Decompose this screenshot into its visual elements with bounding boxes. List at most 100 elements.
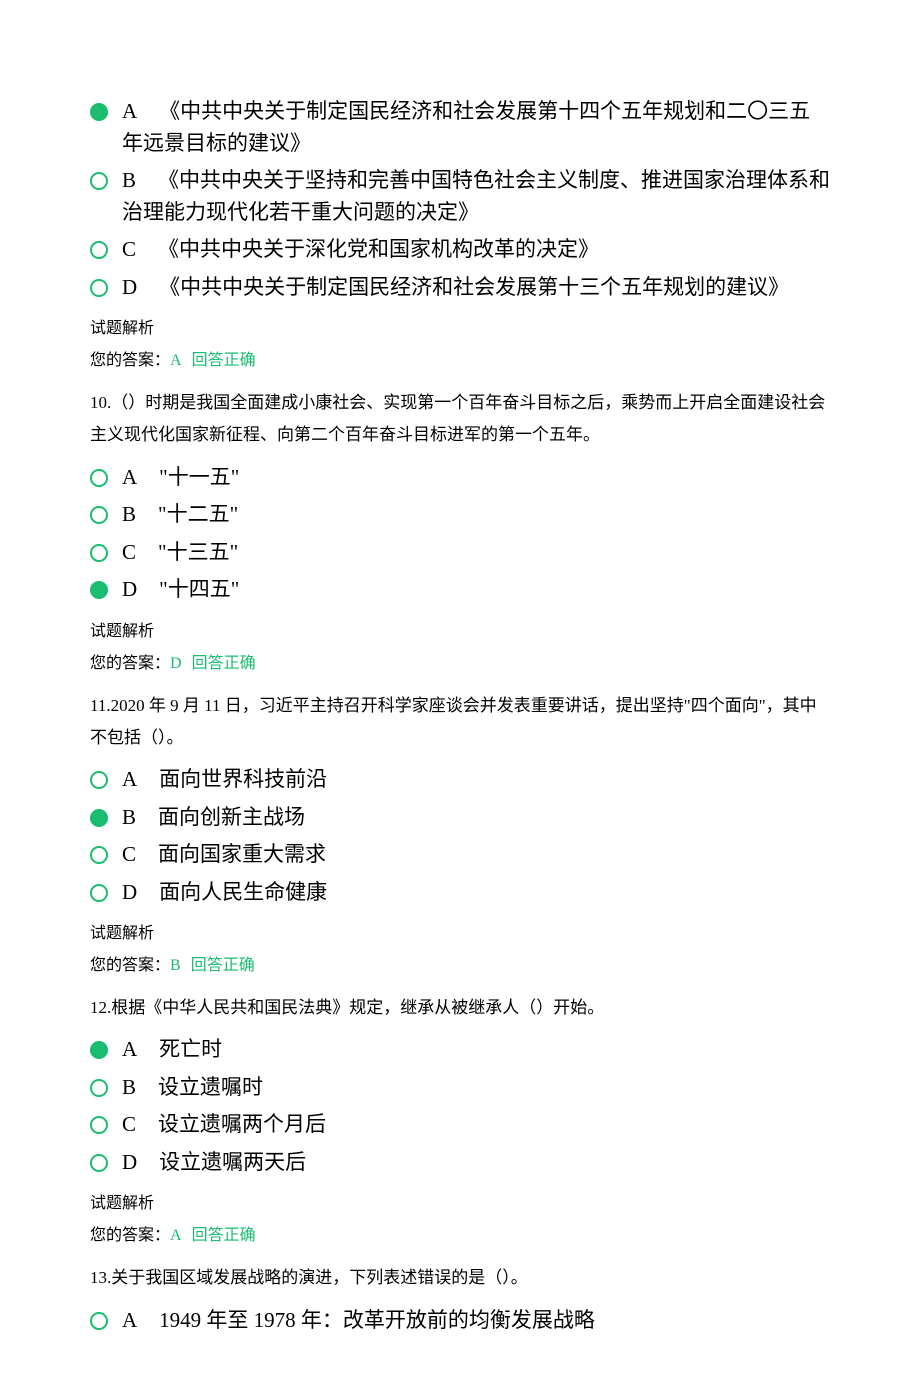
- option-letter: A: [122, 1308, 137, 1332]
- option-letter: D: [122, 1150, 137, 1174]
- option-content: C 面向国家重大需求: [122, 839, 830, 871]
- option-content: D"十四五": [122, 574, 830, 606]
- radio-icon: [90, 1116, 108, 1134]
- q9-option-a[interactable]: A《中共中央关于制定国民经济和社会发展第十四个五年规划和二〇三五年远景目标的建议…: [90, 96, 830, 159]
- your-answer-prefix: 您的答案：: [90, 957, 170, 974]
- analysis-label: 试题解析: [90, 922, 830, 946]
- option-letter: B: [122, 502, 136, 526]
- option-content: B《中共中央关于坚持和完善中国特色社会主义制度、推进国家治理体系和治理能力现代化…: [122, 165, 830, 228]
- q10-option-c[interactable]: C"十三五": [90, 537, 830, 569]
- option-text: 死亡时: [159, 1037, 222, 1061]
- option-text: 《中共中央关于深化党和国家机构改革的决定》: [158, 237, 599, 261]
- option-text: 面向人民生命健康: [159, 880, 327, 904]
- option-letter: A: [122, 767, 137, 791]
- q13-option-a[interactable]: A 1949 年至 1978 年：改革开放前的均衡发展战略: [90, 1305, 830, 1337]
- your-answer: 您的答案：A回答正确: [90, 1224, 830, 1248]
- radio-icon: [90, 241, 108, 259]
- answer-result: 回答正确: [192, 352, 256, 369]
- option-content: D 面向人民生命健康: [122, 877, 830, 909]
- option-text: "十二五": [158, 502, 238, 526]
- option-text: 面向国家重大需求: [158, 842, 326, 866]
- radio-icon: [90, 1079, 108, 1097]
- option-letter: C: [122, 842, 136, 866]
- question-date: 2020 年 9 月 11 日，: [111, 696, 259, 715]
- radio-icon: [90, 884, 108, 902]
- question-number: 12.: [90, 998, 111, 1017]
- option-text: 《中共中央关于坚持和完善中国特色社会主义制度、推进国家治理体系和治理能力现代化若…: [122, 168, 830, 224]
- radio-icon: [90, 469, 108, 487]
- your-answer: 您的答案：A 回答正确: [90, 349, 830, 373]
- q10-option-a[interactable]: A "十一五": [90, 462, 830, 494]
- option-letter: B: [122, 805, 136, 829]
- analysis-label: 试题解析: [90, 620, 830, 644]
- option-letter: D: [122, 275, 137, 299]
- q12-option-a[interactable]: A 死亡时: [90, 1034, 830, 1066]
- q12-option-b[interactable]: B 设立遗嘱时: [90, 1072, 830, 1104]
- option-letter: A: [122, 1037, 137, 1061]
- q10-option-b[interactable]: B "十二五": [90, 499, 830, 531]
- q9-option-b[interactable]: B《中共中央关于坚持和完善中国特色社会主义制度、推进国家治理体系和治理能力现代化…: [90, 165, 830, 228]
- option-text: 设立遗嘱两天后: [159, 1150, 306, 1174]
- option-text: 《中共中央关于制定国民经济和社会发展第十三个五年规划的建议》: [159, 275, 789, 299]
- q9-option-c[interactable]: C《中共中央关于深化党和国家机构改革的决定》: [90, 234, 830, 266]
- option-content: C《中共中央关于深化党和国家机构改革的决定》: [122, 234, 830, 266]
- q10-stem: 10.（）时期是我国全面建成小康社会、实现第一个百年奋斗目标之后，乘势而上开启全…: [90, 387, 830, 452]
- radio-icon: [90, 172, 108, 190]
- q9-option-d[interactable]: D 《中共中央关于制定国民经济和社会发展第十三个五年规划的建议》: [90, 272, 830, 304]
- option-content: B 设立遗嘱时: [122, 1072, 830, 1104]
- option-text: "十三五": [158, 540, 238, 564]
- answer-value: A: [170, 352, 182, 369]
- radio-icon: [90, 544, 108, 562]
- q11-stem: 11.2020 年 9 月 11 日，习近平主持召开科学家座谈会并发表重要讲话，…: [90, 690, 830, 755]
- option-text: 面向创新主战场: [158, 805, 305, 829]
- question-text: 关于我国区域发展战略的演进，下列表述错误的是（）。: [111, 1268, 528, 1287]
- option-text-pre: 1949 年至 1978 年：: [159, 1308, 343, 1332]
- option-content: B 面向创新主战场: [122, 802, 830, 834]
- option-text: "十一五": [159, 465, 239, 489]
- option-text-post: 改革开放前的均衡发展战略: [343, 1308, 595, 1332]
- radio-icon: [90, 1154, 108, 1172]
- option-content: C设立遗嘱两个月后: [122, 1109, 830, 1141]
- option-letter: B: [122, 1075, 136, 1099]
- radio-selected-icon: [90, 1041, 108, 1059]
- q10-option-d[interactable]: D"十四五": [90, 574, 830, 606]
- analysis-label: 试题解析: [90, 1192, 830, 1216]
- option-text: 《中共中央关于制定国民经济和社会发展第十四个五年规划和二〇三五年远景目标的建议》: [122, 99, 810, 155]
- option-content: B "十二五": [122, 499, 830, 531]
- q11-option-b[interactable]: B 面向创新主战场: [90, 802, 830, 834]
- option-text: 设立遗嘱时: [158, 1075, 263, 1099]
- radio-selected-icon: [90, 103, 108, 121]
- option-content: D 设立遗嘱两天后: [122, 1147, 830, 1179]
- question-number: 13.: [90, 1268, 111, 1287]
- answer-value: D: [170, 655, 182, 672]
- option-letter: A: [122, 465, 137, 489]
- q11-option-a[interactable]: A面向世界科技前沿: [90, 764, 830, 796]
- option-content: A面向世界科技前沿: [122, 764, 830, 796]
- option-content: D 《中共中央关于制定国民经济和社会发展第十三个五年规划的建议》: [122, 272, 830, 304]
- your-answer-prefix: 您的答案：: [90, 655, 170, 672]
- q12-stem: 12.根据《中华人民共和国民法典》规定，继承从被继承人（）开始。: [90, 992, 830, 1024]
- answer-result: 回答正确: [192, 655, 256, 672]
- radio-icon: [90, 846, 108, 864]
- analysis-label: 试题解析: [90, 317, 830, 341]
- option-content: A《中共中央关于制定国民经济和社会发展第十四个五年规划和二〇三五年远景目标的建议…: [122, 96, 830, 159]
- option-content: A 死亡时: [122, 1034, 830, 1066]
- radio-selected-icon: [90, 581, 108, 599]
- option-letter: D: [122, 880, 137, 904]
- your-answer-prefix: 您的答案：: [90, 352, 170, 369]
- question-number: 11.: [90, 696, 111, 715]
- q11-option-c[interactable]: C 面向国家重大需求: [90, 839, 830, 871]
- radio-icon: [90, 279, 108, 297]
- q11-option-d[interactable]: D 面向人民生命健康: [90, 877, 830, 909]
- question-text: 根据《中华人民共和国民法典》规定，继承从被继承人（）开始。: [111, 998, 604, 1017]
- option-letter: C: [122, 1112, 136, 1136]
- q12-option-c[interactable]: C设立遗嘱两个月后: [90, 1109, 830, 1141]
- q13-stem: 13.关于我国区域发展战略的演进，下列表述错误的是（）。: [90, 1262, 830, 1294]
- option-letter: B: [122, 168, 136, 192]
- answer-result: 回答正确: [192, 1227, 256, 1244]
- q12-option-d[interactable]: D 设立遗嘱两天后: [90, 1147, 830, 1179]
- radio-icon: [90, 506, 108, 524]
- option-letter: A: [122, 99, 137, 123]
- answer-result: 回答正确: [191, 957, 255, 974]
- your-answer: 您的答案：B回答正确: [90, 954, 830, 978]
